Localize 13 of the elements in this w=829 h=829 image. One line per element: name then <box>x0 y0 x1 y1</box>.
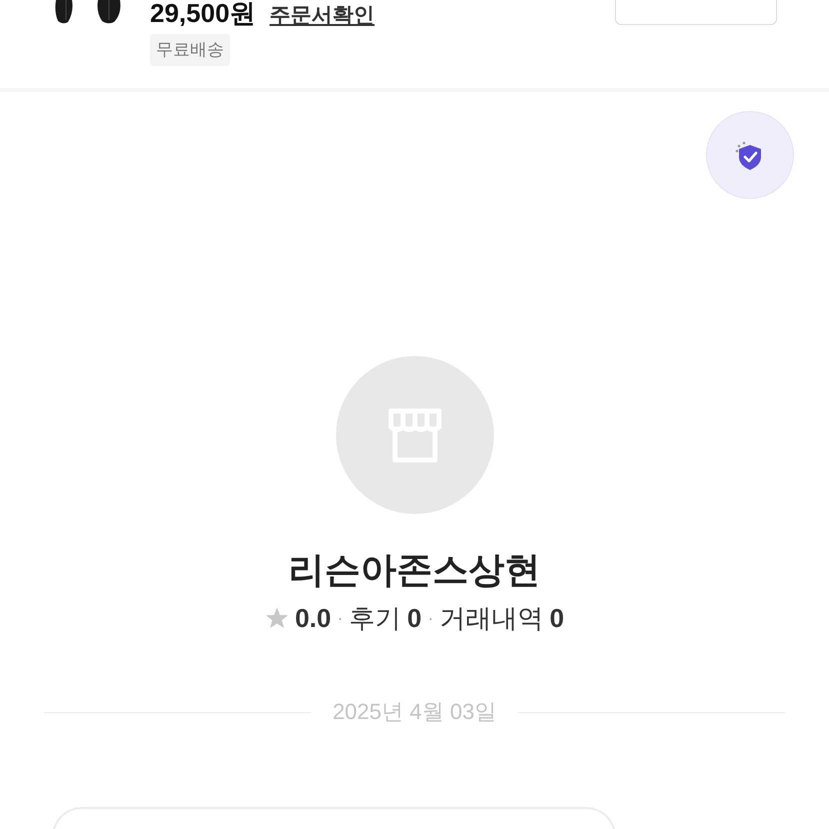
date-divider-label: 2025년 4월 03일 <box>332 698 496 726</box>
trades-count: 0 <box>550 602 564 634</box>
reviews-count: 0 <box>407 602 422 634</box>
rating: 0.0 <box>294 602 332 634</box>
trades-label: 거래내역 <box>440 602 544 634</box>
order-link[interactable]: 주문서확인 <box>270 4 375 28</box>
store-name: 리슨아존스상현 <box>288 548 540 592</box>
star-icon <box>264 606 289 630</box>
separator: · <box>428 607 434 630</box>
free-shipping-tag: 무료배송 <box>150 34 230 66</box>
price: 29,500원 <box>150 0 256 26</box>
reviews-label: 후기 <box>349 602 402 634</box>
separator: · <box>337 607 344 630</box>
